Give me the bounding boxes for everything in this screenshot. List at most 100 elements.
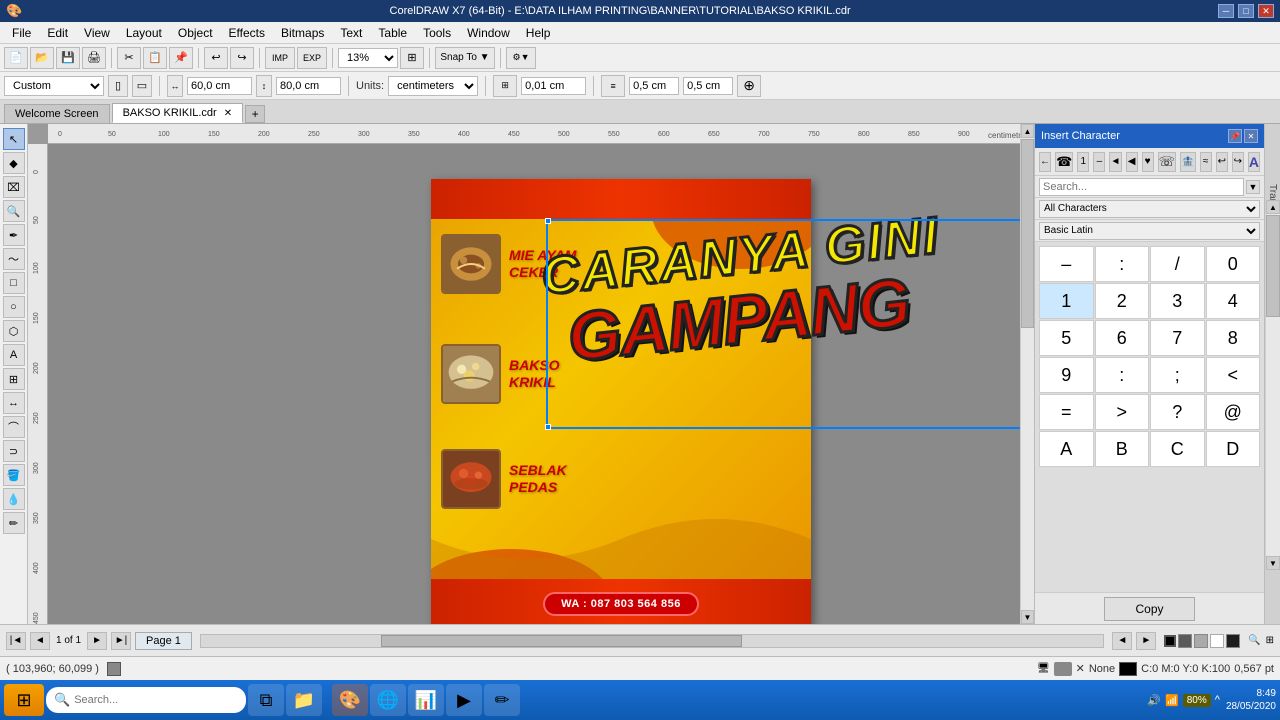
ic-approx-icon[interactable]: ≈ bbox=[1200, 152, 1212, 172]
taskbar-search[interactable]: 🔍 bbox=[46, 687, 246, 713]
taskbar-search-input[interactable] bbox=[74, 694, 238, 706]
char-qmark[interactable]: ? bbox=[1150, 394, 1205, 430]
cut-button[interactable]: ✂ bbox=[117, 47, 141, 69]
ic-scroll-down[interactable]: ▼ bbox=[1266, 556, 1280, 570]
hscrollbar[interactable] bbox=[200, 634, 1104, 648]
char-colon[interactable]: : bbox=[1095, 357, 1150, 393]
ic-return-left[interactable]: ↩ bbox=[1216, 152, 1228, 172]
nudge-input[interactable] bbox=[521, 77, 586, 95]
panel-pin-btn[interactable]: 📌 bbox=[1228, 129, 1242, 143]
paste-button[interactable]: 📌 bbox=[169, 47, 193, 69]
ic-return-right[interactable]: ↪ bbox=[1232, 152, 1244, 172]
copy-button[interactable]: Copy bbox=[1104, 597, 1194, 621]
select-tool[interactable]: ↖ bbox=[3, 128, 25, 150]
ic-bank-icon[interactable]: 🏦 bbox=[1180, 152, 1196, 172]
document-canvas[interactable]: MIE AYAM CEKER bbox=[431, 179, 811, 624]
height-input[interactable] bbox=[276, 77, 341, 95]
crop-tool[interactable]: ⌧ bbox=[3, 176, 25, 198]
grey-swatch[interactable] bbox=[1194, 634, 1208, 648]
dimension-tool[interactable]: ↔ bbox=[3, 392, 25, 414]
vscroll-down[interactable]: ▼ bbox=[1021, 610, 1034, 624]
menu-item-edit[interactable]: Edit bbox=[39, 24, 76, 42]
text-tool[interactable]: A bbox=[3, 344, 25, 366]
char-A[interactable]: A bbox=[1039, 431, 1094, 467]
ic-search-button[interactable]: ▼ bbox=[1246, 180, 1260, 194]
ic-dash-btn[interactable]: – bbox=[1093, 152, 1105, 172]
tab-welcome[interactable]: Welcome Screen bbox=[4, 104, 110, 123]
redo-button[interactable]: ↪ bbox=[230, 47, 254, 69]
tab-close-icon[interactable]: ✕ bbox=[224, 108, 232, 119]
char-dot[interactable]: : bbox=[1095, 246, 1150, 282]
rectangle-tool[interactable]: □ bbox=[3, 272, 25, 294]
ic-font-select[interactable]: All Characters bbox=[1039, 200, 1260, 218]
outline-tool[interactable]: ✏ bbox=[3, 512, 25, 534]
undo-button[interactable]: ↩ bbox=[204, 47, 228, 69]
char-dash[interactable]: – bbox=[1039, 246, 1094, 282]
portrait-btn[interactable]: ▯ bbox=[108, 75, 128, 97]
canvas-vscroll[interactable]: ▲ ▼ bbox=[1020, 124, 1034, 624]
file-explorer-btn[interactable]: 📁 bbox=[286, 684, 322, 716]
menu-item-window[interactable]: Window bbox=[459, 24, 518, 42]
last-page-btn[interactable]: ►| bbox=[111, 632, 131, 650]
zoom-fit-button[interactable]: ⊞ bbox=[400, 47, 424, 69]
excel-btn[interactable]: 📊 bbox=[408, 684, 444, 716]
next-page-btn[interactable]: ► bbox=[87, 632, 107, 650]
menu-item-help[interactable]: Help bbox=[518, 24, 559, 42]
char-semicolon[interactable]: ; bbox=[1150, 357, 1205, 393]
maximize-button[interactable]: □ bbox=[1238, 4, 1254, 18]
offset-y-input[interactable] bbox=[683, 77, 733, 95]
offset-x-input[interactable] bbox=[629, 77, 679, 95]
char-0[interactable]: 0 bbox=[1206, 246, 1261, 282]
ic-font-icon[interactable]: A bbox=[1248, 152, 1260, 172]
eyedropper-tool[interactable]: 💧 bbox=[3, 488, 25, 510]
landscape-btn[interactable]: ▭ bbox=[132, 75, 152, 97]
white-swatch[interactable] bbox=[1210, 634, 1224, 648]
ic-phone-icon[interactable]: ☎ bbox=[1055, 152, 1073, 172]
connector-tool[interactable]: ⌒ bbox=[3, 416, 25, 438]
char-slash[interactable]: / bbox=[1150, 246, 1205, 282]
ellipse-tool[interactable]: ○ bbox=[3, 296, 25, 318]
fill-tool[interactable]: 🪣 bbox=[3, 464, 25, 486]
close-button[interactable]: ✕ bbox=[1258, 4, 1274, 18]
units-select[interactable]: centimetersinchespixels bbox=[388, 76, 478, 96]
curve-tool[interactable]: ✒ bbox=[3, 224, 25, 246]
scroll-right-btn[interactable]: ► bbox=[1136, 632, 1156, 650]
ic-category-select[interactable]: Basic Latin bbox=[1039, 222, 1260, 240]
start-button[interactable]: ⊞ bbox=[4, 684, 44, 716]
char-3[interactable]: 3 bbox=[1150, 283, 1205, 319]
char-5[interactable]: 5 bbox=[1039, 320, 1094, 356]
char-7[interactable]: 7 bbox=[1150, 320, 1205, 356]
menu-item-layout[interactable]: Layout bbox=[118, 24, 170, 42]
menu-item-bitmaps[interactable]: Bitmaps bbox=[273, 24, 332, 42]
char-4[interactable]: 4 bbox=[1206, 283, 1261, 319]
prev-page-btn[interactable]: ◄ bbox=[30, 632, 50, 650]
export-button[interactable]: EXP bbox=[297, 47, 327, 69]
ic-phone2-icon[interactable]: ☏ bbox=[1158, 152, 1176, 172]
char-D[interactable]: D bbox=[1206, 431, 1261, 467]
char-8[interactable]: 8 bbox=[1206, 320, 1261, 356]
width-input[interactable] bbox=[187, 77, 252, 95]
snap-to-btn[interactable]: Snap To ▼ bbox=[435, 47, 495, 69]
menu-item-object[interactable]: Object bbox=[170, 24, 221, 42]
char-C[interactable]: C bbox=[1150, 431, 1205, 467]
ic-back-btn[interactable]: ← bbox=[1039, 152, 1051, 172]
chrome-btn[interactable]: 🌐 bbox=[370, 684, 406, 716]
char-2[interactable]: 2 bbox=[1095, 283, 1150, 319]
zoom-tool[interactable]: 🔍 bbox=[3, 200, 25, 222]
first-page-btn[interactable]: |◄ bbox=[6, 632, 26, 650]
ic-arr-left[interactable]: ◀ bbox=[1126, 152, 1138, 172]
preset-select[interactable]: Custom bbox=[4, 76, 104, 96]
polygon-tool[interactable]: ⬡ bbox=[3, 320, 25, 342]
char-9[interactable]: 9 bbox=[1039, 357, 1094, 393]
open-button[interactable]: 📂 bbox=[30, 47, 54, 69]
menu-item-tools[interactable]: Tools bbox=[415, 24, 459, 42]
ic-1-btn[interactable]: 1 bbox=[1077, 152, 1089, 172]
ic-search-input[interactable] bbox=[1039, 178, 1244, 196]
char-at[interactable]: @ bbox=[1206, 394, 1261, 430]
add-page-btn[interactable]: ⊕ bbox=[737, 75, 761, 97]
menu-item-table[interactable]: Table bbox=[370, 24, 415, 42]
char-lt[interactable]: < bbox=[1206, 357, 1261, 393]
vscroll-up[interactable]: ▲ bbox=[1021, 124, 1034, 138]
char-gt[interactable]: > bbox=[1095, 394, 1150, 430]
menu-item-file[interactable]: File bbox=[4, 24, 39, 42]
